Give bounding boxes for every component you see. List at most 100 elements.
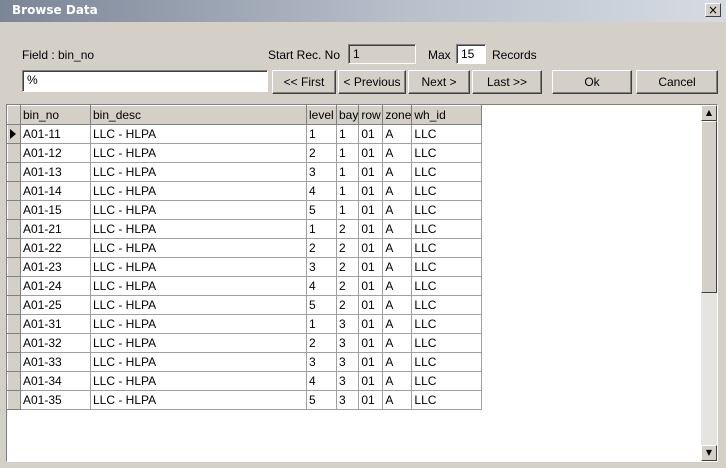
- col-header-zone[interactable]: zone: [382, 105, 413, 125]
- cell-row[interactable]: 01: [358, 390, 384, 410]
- cell-bin-no[interactable]: A01-31: [20, 314, 91, 334]
- cell-bay[interactable]: 1: [335, 143, 360, 163]
- cell-level[interactable]: 3: [306, 352, 337, 372]
- cell-bay[interactable]: 1: [335, 200, 360, 220]
- cell-level[interactable]: 2: [306, 238, 337, 258]
- cell-bin-desc[interactable]: LLC - HLPA: [90, 219, 307, 239]
- next-button[interactable]: Next >: [408, 70, 470, 94]
- cell-bay[interactable]: 2: [335, 276, 360, 296]
- cell-wh-id[interactable]: LLC: [411, 333, 483, 353]
- cell-bin-desc[interactable]: LLC - HLPA: [90, 295, 307, 315]
- last-button[interactable]: Last >>: [472, 70, 542, 94]
- table-row[interactable]: A01-11 LLC - HLPA 1 1 01 A LLC: [7, 124, 483, 144]
- col-header-wh-id[interactable]: wh_id: [411, 105, 483, 125]
- row-indicator[interactable]: [7, 276, 21, 296]
- cell-row[interactable]: 01: [358, 219, 384, 239]
- cell-zone[interactable]: A: [382, 181, 413, 201]
- cell-bin-no[interactable]: A01-22: [20, 238, 91, 258]
- start-rec-field[interactable]: 1: [348, 44, 416, 64]
- col-header-bin-desc[interactable]: bin_desc: [90, 105, 307, 125]
- cell-bin-desc[interactable]: LLC - HLPA: [90, 333, 307, 353]
- cell-row[interactable]: 01: [358, 276, 384, 296]
- cell-wh-id[interactable]: LLC: [411, 371, 483, 391]
- cell-bin-desc[interactable]: LLC - HLPA: [90, 238, 307, 258]
- cell-wh-id[interactable]: LLC: [411, 143, 483, 163]
- cell-wh-id[interactable]: LLC: [411, 181, 483, 201]
- cell-zone[interactable]: A: [382, 295, 413, 315]
- cell-bay[interactable]: 2: [335, 219, 360, 239]
- cell-row[interactable]: 01: [358, 200, 384, 220]
- cell-bay[interactable]: 1: [335, 162, 360, 182]
- cell-bin-no[interactable]: A01-34: [20, 371, 91, 391]
- cell-wh-id[interactable]: LLC: [411, 200, 483, 220]
- cell-row[interactable]: 01: [358, 295, 384, 315]
- row-indicator[interactable]: [7, 238, 21, 258]
- cell-row[interactable]: 01: [358, 314, 384, 334]
- table-row[interactable]: A01-12 LLC - HLPA 2 1 01 A LLC: [7, 143, 483, 163]
- cell-level[interactable]: 1: [306, 124, 337, 144]
- table-row[interactable]: A01-25 LLC - HLPA 5 2 01 A LLC: [7, 295, 483, 315]
- cell-bay[interactable]: 3: [335, 371, 360, 391]
- cell-bay[interactable]: 3: [335, 333, 360, 353]
- cell-row[interactable]: 01: [358, 181, 384, 201]
- cell-wh-id[interactable]: LLC: [411, 219, 483, 239]
- cell-zone[interactable]: A: [382, 276, 413, 296]
- cell-bin-no[interactable]: A01-32: [20, 333, 91, 353]
- cell-zone[interactable]: A: [382, 371, 413, 391]
- search-input[interactable]: %: [22, 70, 268, 92]
- cell-bin-desc[interactable]: LLC - HLPA: [90, 181, 307, 201]
- row-indicator[interactable]: [7, 143, 21, 163]
- row-indicator[interactable]: [7, 314, 21, 334]
- table-row[interactable]: A01-13 LLC - HLPA 3 1 01 A LLC: [7, 162, 483, 182]
- data-grid[interactable]: bin_no bin_desc level bay row zone wh_id…: [6, 104, 718, 462]
- cell-level[interactable]: 3: [306, 257, 337, 277]
- scroll-thumb[interactable]: [701, 121, 717, 293]
- cell-zone[interactable]: A: [382, 390, 413, 410]
- cell-zone[interactable]: A: [382, 162, 413, 182]
- cell-level[interactable]: 2: [306, 143, 337, 163]
- cell-level[interactable]: 3: [306, 162, 337, 182]
- table-row[interactable]: A01-14 LLC - HLPA 4 1 01 A LLC: [7, 181, 483, 201]
- cell-row[interactable]: 01: [358, 371, 384, 391]
- row-indicator[interactable]: [7, 219, 21, 239]
- row-indicator[interactable]: [7, 333, 21, 353]
- cell-bay[interactable]: 1: [335, 181, 360, 201]
- cell-level[interactable]: 4: [306, 276, 337, 296]
- row-indicator[interactable]: [7, 371, 21, 391]
- cell-row[interactable]: 01: [358, 352, 384, 372]
- ok-button[interactable]: Ok: [552, 70, 632, 94]
- cell-wh-id[interactable]: LLC: [411, 295, 483, 315]
- table-row[interactable]: A01-31 LLC - HLPA 1 3 01 A LLC: [7, 314, 483, 334]
- cell-wh-id[interactable]: LLC: [411, 257, 483, 277]
- cell-bin-no[interactable]: A01-11: [20, 124, 91, 144]
- row-indicator[interactable]: [7, 162, 21, 182]
- first-button[interactable]: << First: [272, 70, 336, 94]
- cell-bin-no[interactable]: A01-12: [20, 143, 91, 163]
- cell-zone[interactable]: A: [382, 257, 413, 277]
- row-indicator[interactable]: [7, 352, 21, 372]
- cell-bin-desc[interactable]: LLC - HLPA: [90, 257, 307, 277]
- cell-row[interactable]: 01: [358, 124, 384, 144]
- cell-bay[interactable]: 1: [335, 124, 360, 144]
- title-bar[interactable]: Browse Data ×: [0, 0, 726, 22]
- cell-wh-id[interactable]: LLC: [411, 124, 483, 144]
- cell-bin-no[interactable]: A01-14: [20, 181, 91, 201]
- cell-row[interactable]: 01: [358, 162, 384, 182]
- cell-zone[interactable]: A: [382, 333, 413, 353]
- row-indicator[interactable]: [7, 181, 21, 201]
- cell-bin-desc[interactable]: LLC - HLPA: [90, 276, 307, 296]
- cell-bay[interactable]: 2: [335, 257, 360, 277]
- cell-zone[interactable]: A: [382, 238, 413, 258]
- table-row[interactable]: A01-24 LLC - HLPA 4 2 01 A LLC: [7, 276, 483, 296]
- max-records-field[interactable]: 15: [456, 44, 486, 64]
- table-row[interactable]: A01-21 LLC - HLPA 1 2 01 A LLC: [7, 219, 483, 239]
- cell-row[interactable]: 01: [358, 333, 384, 353]
- cell-bin-no[interactable]: A01-35: [20, 390, 91, 410]
- cell-bin-no[interactable]: A01-24: [20, 276, 91, 296]
- cell-zone[interactable]: A: [382, 219, 413, 239]
- cell-bay[interactable]: 3: [335, 314, 360, 334]
- row-indicator[interactable]: [7, 124, 21, 144]
- cell-bay[interactable]: 2: [335, 238, 360, 258]
- cell-bin-no[interactable]: A01-25: [20, 295, 91, 315]
- cell-bin-no[interactable]: A01-23: [20, 257, 91, 277]
